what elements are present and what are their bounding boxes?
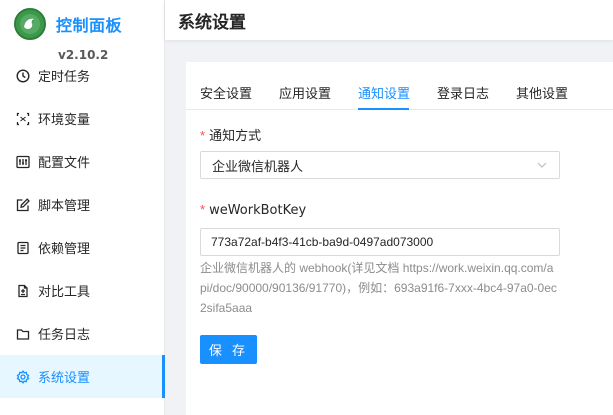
sidebar-item-logs[interactable]: 任务日志 <box>0 312 165 355</box>
tab-security[interactable]: 安全设置 <box>200 83 252 102</box>
tab-other[interactable]: 其他设置 <box>516 83 568 102</box>
sidebar-item-settings[interactable]: 系统设置 <box>0 355 165 398</box>
required-mark: * <box>200 128 206 143</box>
brand[interactable]: 控制面板 <box>14 8 122 40</box>
sidebar-item-label: 对比工具 <box>38 285 91 300</box>
sidebar-item-diff[interactable]: 对比工具 <box>0 269 165 312</box>
notify-mode-value: 企业微信机器人 <box>212 159 304 175</box>
bot-key-help-text: 企业微信机器人的 webhook(详见文档 https://work.weixi… <box>200 261 557 315</box>
sidebar-menu: 定时任务 环境变量 配置文件 脚本管理 依赖管理 对比工具 任务日志 系统设置 <box>0 54 165 398</box>
save-button[interactable]: 保 存 <box>200 335 257 364</box>
sidebar-item-env[interactable]: 环境变量 <box>0 97 165 140</box>
page-title: 系统设置 <box>178 13 246 33</box>
sidebar-item-label: 环境变量 <box>38 113 91 128</box>
chevron-down-icon <box>536 159 548 171</box>
page-header: 系统设置 <box>165 0 613 40</box>
notify-mode-select[interactable]: 企业微信机器人 <box>200 151 560 179</box>
variable-icon <box>16 112 30 126</box>
control-icon <box>16 155 30 169</box>
sidebar-item-label: 依赖管理 <box>38 242 91 257</box>
tab-notification[interactable]: 通知设置 <box>358 83 410 102</box>
tab-app[interactable]: 应用设置 <box>279 83 331 102</box>
settings-tabs: 安全设置 应用设置 通知设置 登录日志 其他设置 <box>186 62 613 110</box>
sidebar-item-scripts[interactable]: 脚本管理 <box>0 183 165 226</box>
sidebar-item-cron[interactable]: 定时任务 <box>0 54 165 97</box>
sidebar-item-label: 系统设置 <box>38 371 91 386</box>
gear-icon <box>16 369 30 384</box>
dragon-logo-icon <box>14 8 46 40</box>
bot-key-input[interactable] <box>200 228 560 256</box>
bot-key-label-text: weWorkBotKey <box>209 203 307 218</box>
clock-icon <box>16 68 30 83</box>
package-icon <box>16 241 30 255</box>
sidebar-item-config[interactable]: 配置文件 <box>0 140 165 183</box>
settings-card: 安全设置 应用设置 通知设置 登录日志 其他设置 * 通知方式 企业微信机器人 *… <box>186 62 613 415</box>
required-mark: * <box>200 202 206 217</box>
sidebar-item-label: 任务日志 <box>38 328 91 343</box>
sidebar-item-label: 配置文件 <box>38 156 91 171</box>
notify-mode-label-text: 通知方式 <box>209 129 262 144</box>
bot-key-label: * weWorkBotKey <box>200 202 306 218</box>
folder-icon <box>16 327 30 341</box>
sidebar-item-label: 定时任务 <box>38 70 91 85</box>
edit-icon <box>16 197 30 212</box>
tab-active-indicator <box>358 108 409 110</box>
sidebar-item-dependencies[interactable]: 依赖管理 <box>0 226 165 269</box>
sidebar-item-label: 脚本管理 <box>38 199 91 214</box>
sidebar: 控制面板 v2.10.2 定时任务 环境变量 配置文件 脚本管理 依赖管理 对比… <box>0 0 165 415</box>
diff-icon <box>16 284 30 298</box>
brand-title: 控制面板 <box>56 16 123 35</box>
notify-mode-label: * 通知方式 <box>200 125 261 144</box>
tab-login-log[interactable]: 登录日志 <box>437 83 489 102</box>
